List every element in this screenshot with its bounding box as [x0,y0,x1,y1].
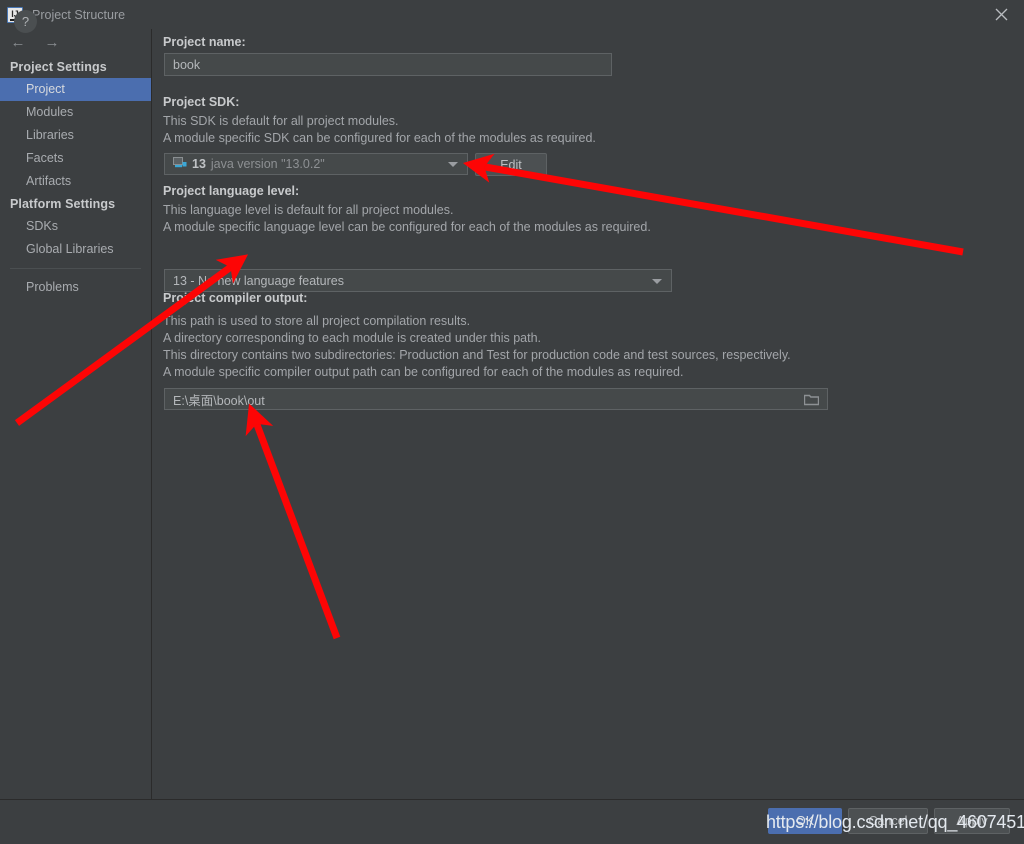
sidebar-item-artifacts[interactable]: Artifacts [0,170,151,193]
language-level-dropdown[interactable]: 13 - No new language features [164,269,672,292]
sidebar-item-sdks[interactable]: SDKs [0,215,151,238]
sidebar-divider [10,268,141,269]
sidebar-item-label: Libraries [26,128,74,142]
sidebar-item-label: Facets [26,151,64,165]
sidebar-item-label: Project [26,82,65,96]
window-title: Project Structure [32,7,126,22]
arrow-right-icon[interactable]: → [42,34,62,52]
project-name-value: book [173,57,201,72]
chevron-down-icon [448,162,458,167]
question-mark-icon: ? [21,14,30,29]
edit-sdk-button-label: Edit [500,157,522,172]
compiler-output-description-line2: A directory corresponding to each module… [163,331,541,345]
compiler-output-description-line4: A module specific compiler output path c… [163,365,684,379]
compiler-output-value: E:\桌面\book\out [173,393,265,408]
project-name-input[interactable]: book [164,53,612,76]
language-level-value: 13 - No new language features [173,273,344,288]
sidebar-item-facets[interactable]: Facets [0,147,151,170]
folder-icon[interactable] [803,393,820,409]
project-sdk-description-line2: A module specific SDK can be configured … [163,131,596,145]
project-name-label: Project name: [163,35,246,49]
title-bar: Project Structure [0,0,1024,29]
project-sdk-number: 13 [192,157,206,171]
project-sdk-label: Project SDK: [163,95,240,109]
arrow-left-icon[interactable]: ← [8,34,28,52]
sidebar-item-libraries[interactable]: Libraries [0,124,151,147]
java-sdk-icon [173,156,187,172]
compiler-output-input[interactable]: E:\桌面\book\out [164,388,828,410]
sidebar-item-label: SDKs [26,219,58,233]
sidebar-item-label: Global Libraries [26,242,114,256]
project-settings-panel: Project name: book Project SDK: This SDK… [153,29,1024,799]
sidebar-item-label: Modules [26,105,74,119]
edit-sdk-button[interactable]: Edit [475,153,547,176]
language-level-description-line1: This language level is default for all p… [163,203,454,217]
project-sdk-dropdown[interactable]: 13 java version "13.0.2" [164,153,468,175]
sidebar-item-project[interactable]: Project [0,78,151,101]
project-sdk-version: java version "13.0.2" [210,157,325,171]
help-button[interactable]: ? [14,10,37,33]
language-level-label: Project language level: [163,184,300,198]
compiler-output-description-line1: This path is used to store all project c… [163,314,471,328]
sidebar-item-modules[interactable]: Modules [0,101,151,124]
chevron-down-icon [652,278,662,284]
sidebar-item-label: Artifacts [26,174,72,188]
compiler-output-label: Project compiler output: [163,291,308,305]
language-level-description-line2: A module specific language level can be … [163,220,651,234]
sidebar-item-label: Problems [26,280,79,294]
sidebar-item-global-libraries[interactable]: Global Libraries [0,238,151,261]
sidebar-group-project-settings: Project Settings [10,60,107,74]
navigation-arrows: ← → [0,29,151,56]
sidebar-item-problems[interactable]: Problems [0,276,151,299]
close-icon[interactable] [978,0,1024,29]
project-sdk-description-line1: This SDK is default for all project modu… [163,114,399,128]
sidebar-group-platform-settings: Platform Settings [10,197,116,211]
compiler-output-description-line3: This directory contains two subdirectori… [163,348,791,362]
settings-sidebar: ← → Project Settings Project Modules Lib… [0,29,152,799]
watermark-text: https://blog.csdn.net/qq_46074512 [766,812,1024,832]
